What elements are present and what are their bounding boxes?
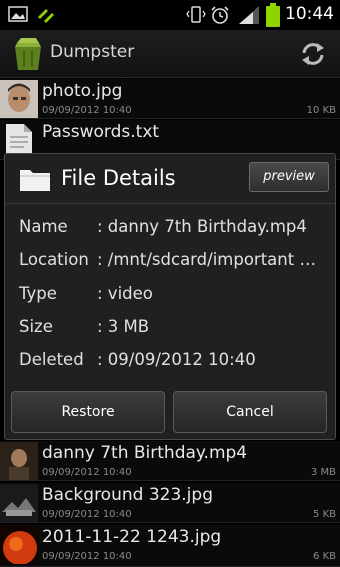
image-thumbnail	[0, 484, 38, 522]
action-bar: Dumpster	[0, 30, 340, 78]
file-details-dialog: File Details preview Name : danny 7th Bi…	[4, 153, 336, 440]
usb-icon	[38, 9, 54, 23]
file-name: 2011-11-22 1243.jpg	[42, 527, 222, 547]
vibrate-icon	[186, 6, 206, 23]
detail-label: Size	[19, 317, 53, 336]
file-date: 09/09/2012 10:40	[42, 105, 132, 116]
file-size: 5 KB	[313, 509, 336, 520]
preview-button[interactable]: preview	[249, 162, 329, 192]
list-item[interactable]: Background 323.jpg 09/09/2012 10:40 5 KB	[0, 483, 340, 523]
alarm-icon	[211, 6, 229, 24]
file-name: danny 7th Birthday.mp4	[42, 443, 248, 463]
file-size: 10 KB	[306, 105, 336, 116]
image-notification-icon	[8, 6, 28, 22]
trash-bin-icon[interactable]	[12, 37, 44, 71]
file-name: Passwords.txt	[42, 122, 160, 142]
detail-value: : danny 7th Birthday.mp4	[97, 217, 307, 236]
folder-icon	[20, 170, 50, 191]
detail-value: : 3 MB	[97, 317, 150, 336]
file-name: photo.jpg	[42, 81, 123, 101]
file-name: Background 323.jpg	[42, 485, 213, 505]
file-size: 3 MB	[310, 467, 336, 478]
dialog-header: File Details preview	[5, 154, 335, 204]
list-item[interactable]: photo.jpg 09/09/2012 10:40 10 KB	[0, 79, 340, 119]
file-date: 09/09/2012 10:40	[42, 551, 132, 562]
detail-label: Type	[19, 284, 57, 303]
dialog-title: File Details	[61, 166, 176, 190]
detail-label: Name	[19, 217, 68, 236]
photo-thumbnail	[0, 80, 38, 118]
restore-button[interactable]: Restore	[11, 391, 165, 433]
app-title: Dumpster	[50, 42, 135, 62]
detail-label: Deleted	[19, 350, 84, 369]
video-thumbnail	[0, 442, 38, 480]
list-item[interactable]: danny 7th Birthday.mp4 09/09/2012 10:40 …	[0, 441, 340, 481]
list-item[interactable]: 2011-11-22 1243.jpg 09/09/2012 10:40 6 K…	[0, 525, 340, 567]
detail-label: Location	[19, 250, 89, 269]
refresh-icon[interactable]	[300, 41, 326, 67]
status-bar: 10:44	[0, 0, 340, 30]
file-date: 09/09/2012 10:40	[42, 509, 132, 520]
detail-value: : /mnt/sdcard/important files/	[97, 250, 325, 269]
file-size: 6 KB	[313, 551, 336, 562]
detail-value: : video	[97, 284, 153, 303]
file-date: 09/09/2012 10:40	[42, 467, 132, 478]
status-time: 10:44	[285, 4, 334, 24]
battery-icon	[266, 3, 280, 27]
cancel-button[interactable]: Cancel	[173, 391, 327, 433]
image-thumbnail	[0, 526, 38, 564]
detail-value: : 09/09/2012 10:40	[97, 350, 256, 369]
signal-icon	[239, 6, 259, 24]
